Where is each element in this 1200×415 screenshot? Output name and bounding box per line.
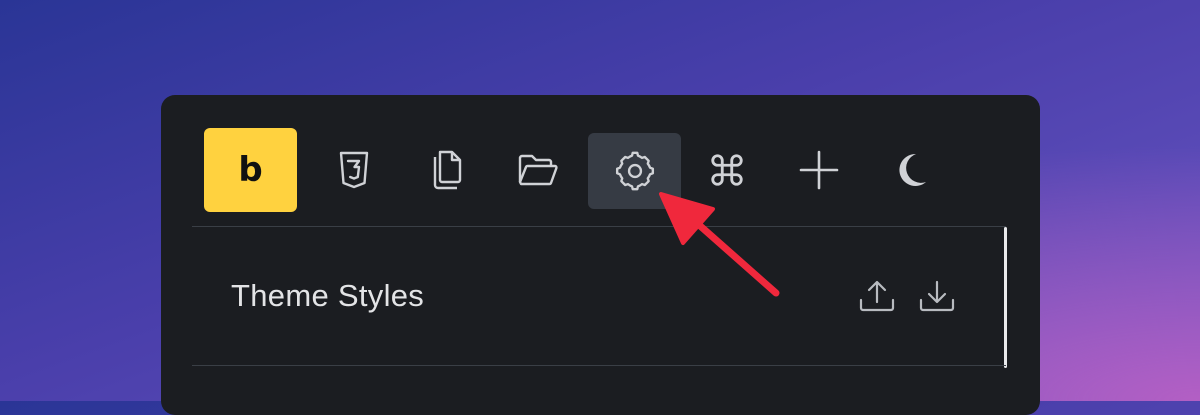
logo-letter: b — [238, 150, 263, 190]
add-button[interactable] — [773, 128, 865, 212]
download-icon — [919, 280, 955, 312]
pages-icon — [433, 150, 462, 190]
css3-icon — [339, 151, 369, 189]
css-button[interactable] — [308, 128, 400, 212]
command-icon — [711, 154, 743, 186]
import-button[interactable] — [917, 278, 957, 314]
export-button[interactable] — [857, 278, 897, 314]
logo-button[interactable]: b — [204, 128, 297, 212]
theme-toggle-button[interactable] — [865, 128, 957, 212]
section-divider — [192, 365, 1006, 366]
command-button[interactable] — [681, 128, 773, 212]
folder-icon — [518, 154, 558, 186]
pages-button[interactable] — [400, 128, 492, 212]
folder-button[interactable] — [492, 128, 584, 212]
gear-icon — [615, 151, 654, 191]
scrollbar[interactable] — [1004, 227, 1007, 368]
moon-icon — [899, 153, 926, 186]
section-title: Theme Styles — [231, 278, 425, 313]
upload-icon — [859, 280, 895, 312]
toolbar-divider — [192, 226, 1006, 227]
settings-button[interactable] — [588, 133, 681, 209]
plus-icon — [799, 150, 839, 190]
